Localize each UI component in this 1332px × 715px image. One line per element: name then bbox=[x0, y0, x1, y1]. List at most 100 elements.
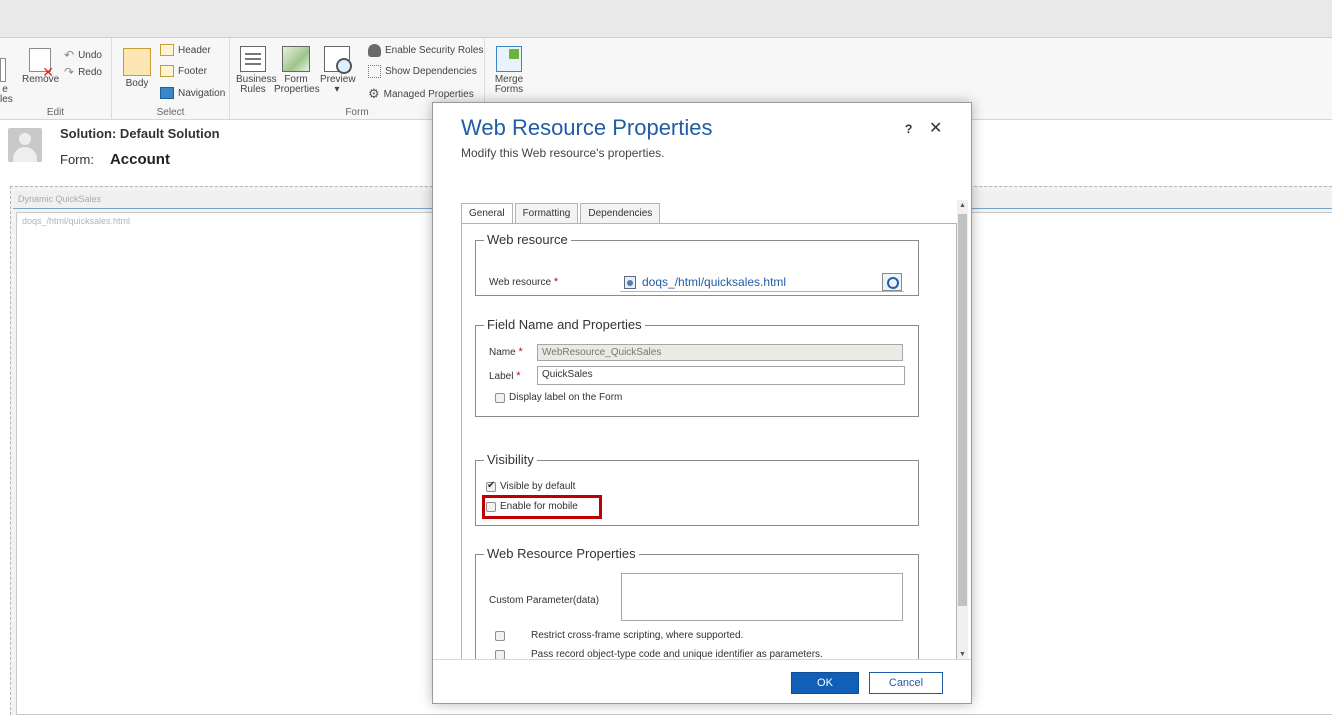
group-label-select: Select bbox=[156, 107, 185, 118]
dialog-footer: OK Cancel bbox=[433, 659, 971, 703]
undo-label: Undo bbox=[78, 49, 102, 61]
managed-properties-button[interactable]: ⚙ Managed Properties bbox=[368, 86, 474, 102]
body-label: Body bbox=[125, 78, 149, 89]
checkbox-box bbox=[495, 392, 505, 403]
web-resource-properties-dialog: Web Resource Properties Modify this Web … bbox=[432, 102, 972, 704]
dialog-tabs: General Formatting Dependencies bbox=[461, 203, 662, 224]
label-field[interactable]: QuickSales bbox=[537, 366, 905, 385]
web-resource-fieldset: Web resource Web resource * doqs_/html/q… bbox=[475, 232, 919, 296]
form-properties-icon bbox=[282, 46, 310, 72]
enable-security-roles-label: Enable Security Roles bbox=[385, 45, 484, 56]
header-icon bbox=[160, 44, 174, 56]
avatar bbox=[8, 128, 42, 162]
tab-dependencies[interactable]: Dependencies bbox=[580, 203, 661, 223]
display-label-checkbox[interactable]: Display label on the Form bbox=[495, 392, 622, 403]
checkbox-box bbox=[495, 649, 505, 660]
truncated-ribbon-button[interactable]: e les bbox=[0, 58, 13, 105]
redo-icon: ↷ bbox=[64, 65, 75, 79]
restrict-cross-frame-checkbox[interactable]: Restrict cross-frame scripting, where su… bbox=[495, 630, 743, 641]
business-rules-label: Rules bbox=[240, 84, 266, 95]
label-label: Label * bbox=[489, 370, 521, 382]
preview-button[interactable]: Preview ▾ bbox=[320, 46, 356, 95]
field-name-legend: Field Name and Properties bbox=[484, 317, 645, 332]
tab-general[interactable]: General bbox=[461, 203, 513, 224]
field-name-fieldset: Field Name and Properties Name * WebReso… bbox=[475, 317, 919, 417]
web-resource-properties-legend: Web Resource Properties bbox=[484, 546, 639, 561]
web-resource-file-icon bbox=[624, 275, 636, 289]
highlight-box bbox=[482, 495, 602, 519]
business-rules-button[interactable]: Business Rules bbox=[236, 46, 277, 95]
body-icon bbox=[123, 48, 151, 76]
enable-security-roles-button[interactable]: Enable Security Roles bbox=[368, 44, 483, 57]
visibility-fieldset: Visibility Visible by default Enable for… bbox=[475, 452, 919, 526]
section-label: Dynamic QuickSales bbox=[18, 194, 102, 204]
web-resource-lookup[interactable]: doqs_/html/quicksales.html bbox=[620, 273, 904, 292]
restrict-cross-frame-text: Restrict cross-frame scripting, where su… bbox=[531, 630, 744, 641]
body-button[interactable]: Body bbox=[120, 48, 154, 89]
redo-label: Redo bbox=[78, 66, 102, 78]
navigation-button[interactable]: Navigation bbox=[160, 87, 225, 99]
footer-icon bbox=[160, 65, 174, 77]
undo-icon: ↶ bbox=[64, 48, 75, 62]
web-resource-control-label: doqs_/html/quicksales.html bbox=[22, 216, 131, 226]
group-label-edit: Edit bbox=[46, 107, 65, 118]
dialog-scrollbar[interactable]: ▲ ▼ bbox=[957, 200, 968, 661]
form-name-line: Form: Account bbox=[60, 151, 170, 168]
dependencies-icon bbox=[368, 65, 381, 78]
checkbox-checked-icon bbox=[486, 480, 496, 492]
label-label-text: Label bbox=[489, 371, 514, 382]
dialog-title: Web Resource Properties bbox=[461, 115, 713, 140]
tab-formatting[interactable]: Formatting bbox=[514, 203, 579, 223]
ribbon-group-select: Body Header Footer Navigation Select bbox=[112, 38, 230, 120]
required-marker: * bbox=[516, 370, 521, 382]
truncated-label: les bbox=[0, 94, 13, 105]
required-marker: * bbox=[553, 276, 559, 288]
ok-button[interactable]: OK bbox=[791, 672, 859, 694]
name-label-text: Name bbox=[489, 347, 516, 358]
gear-icon: ⚙ bbox=[368, 86, 380, 101]
name-field[interactable]: WebResource_QuickSales bbox=[537, 344, 903, 361]
visible-by-default-checkbox[interactable]: Visible by default bbox=[486, 480, 575, 492]
form-label: Form: bbox=[60, 152, 94, 167]
help-icon[interactable]: ? bbox=[905, 122, 912, 136]
remove-icon bbox=[29, 48, 54, 77]
security-roles-icon bbox=[368, 44, 381, 57]
header-button[interactable]: Header bbox=[160, 44, 211, 56]
custom-parameter-label: Custom Parameter(data) bbox=[489, 595, 600, 606]
preview-icon bbox=[324, 46, 352, 74]
scroll-up-icon[interactable]: ▲ bbox=[957, 200, 968, 212]
required-marker: * bbox=[518, 346, 523, 358]
merge-forms-label: Forms bbox=[494, 84, 524, 95]
form-properties-button[interactable]: Form Properties bbox=[274, 46, 320, 95]
custom-parameter-field[interactable] bbox=[621, 573, 903, 621]
cancel-button[interactable]: Cancel bbox=[869, 672, 943, 694]
merge-forms-icon bbox=[496, 46, 522, 72]
chevron-down-icon: ▾ bbox=[334, 84, 340, 95]
footer-button[interactable]: Footer bbox=[160, 65, 207, 77]
visibility-legend: Visibility bbox=[484, 452, 537, 467]
remove-button[interactable]: Remove bbox=[22, 48, 59, 85]
document-icon bbox=[0, 58, 6, 82]
web-resource-legend: Web resource bbox=[484, 232, 571, 247]
merge-forms-button[interactable]: Merge Forms bbox=[492, 46, 526, 95]
undo-button[interactable]: ↶ Undo bbox=[64, 48, 102, 62]
dialog-subtitle: Modify this Web resource's properties. bbox=[461, 146, 665, 160]
close-icon[interactable]: ✕ bbox=[929, 118, 942, 138]
footer-label: Footer bbox=[178, 65, 207, 77]
web-resource-link[interactable]: doqs_/html/quicksales.html bbox=[642, 275, 786, 289]
name-label: Name * bbox=[489, 346, 523, 358]
solution-name: Solution: Default Solution bbox=[60, 126, 220, 141]
app-top-bar bbox=[0, 0, 1332, 38]
scrollbar-thumb[interactable] bbox=[958, 214, 967, 606]
form-properties-label: Properties bbox=[274, 84, 320, 95]
header-label: Header bbox=[178, 44, 211, 56]
web-resource-field-label: Web resource * bbox=[489, 276, 558, 288]
navigation-icon bbox=[160, 87, 174, 99]
show-dependencies-label: Show Dependencies bbox=[385, 66, 477, 77]
redo-button[interactable]: ↷ Redo bbox=[64, 65, 102, 79]
managed-properties-label: Managed Properties bbox=[383, 88, 474, 100]
lookup-search-icon[interactable] bbox=[882, 273, 902, 291]
ribbon-group-edit: e les Remove ↶ Undo ↷ Redo Edit bbox=[0, 38, 112, 120]
show-dependencies-button[interactable]: Show Dependencies bbox=[368, 65, 477, 78]
general-tab-panel: Web resource Web resource * doqs_/html/q… bbox=[461, 223, 957, 661]
